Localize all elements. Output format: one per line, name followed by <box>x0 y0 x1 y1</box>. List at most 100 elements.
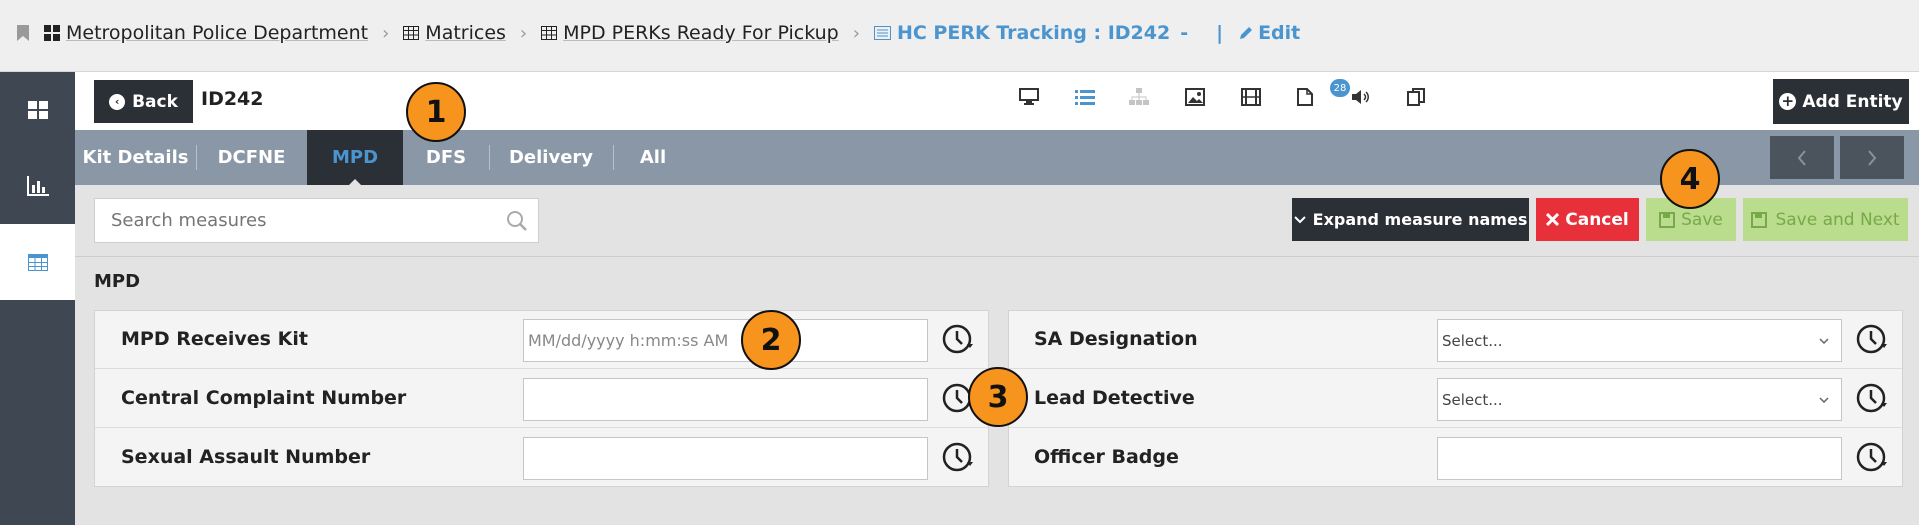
select-value: Select... <box>1442 331 1503 350</box>
chevron-down-icon <box>1293 215 1306 223</box>
list-count-badge: 28 <box>1330 79 1350 97</box>
tab-label: All <box>639 147 667 168</box>
officer-badge-input[interactable] <box>1437 437 1842 480</box>
edit-separator: | <box>1216 22 1224 44</box>
annotation-marker-1: 1 <box>406 82 466 142</box>
plus-icon: + <box>1779 93 1797 110</box>
chevron-right-icon <box>1868 149 1877 166</box>
back-button[interactable]: ‹ Back <box>94 80 193 123</box>
expand-label: Expand measure names <box>1312 210 1528 229</box>
field-label: Central Complaint Number <box>121 387 407 409</box>
field-label: Officer Badge <box>1034 446 1179 468</box>
annotation-marker-2: 2 <box>741 310 801 370</box>
dashboard-icon <box>27 101 48 119</box>
next-button[interactable] <box>1840 136 1904 179</box>
hierarchy-icon <box>1129 88 1149 105</box>
expand-measure-names-button[interactable]: Expand measure names <box>1292 198 1529 241</box>
copy-icon[interactable] <box>1407 88 1427 106</box>
save-icon <box>1659 211 1676 228</box>
entity-header: ‹ Back ID242 28 + Add Entity <box>75 72 1919 130</box>
select-value: Select... <box>1442 390 1503 409</box>
nav-dashboard[interactable] <box>0 72 75 148</box>
tab-label: Delivery <box>508 147 594 168</box>
chevron-right-icon: › <box>382 22 390 44</box>
section-divider <box>75 256 1919 257</box>
tab-kit-details[interactable]: Kit Details <box>75 130 196 185</box>
tab-delivery[interactable]: Delivery <box>489 130 613 185</box>
lead-detective-select[interactable]: Select... <box>1437 378 1842 421</box>
bar-chart-icon <box>26 176 49 196</box>
save-label: Save <box>1681 209 1723 230</box>
field-row-sa-designation: SA Designation Select... <box>1009 311 1902 369</box>
history-icon[interactable] <box>1854 381 1888 415</box>
breadcrumb-item-label: MPD PERKs Ready For Pickup <box>563 22 839 44</box>
tab-label: MPD <box>331 147 379 168</box>
tab-mpd[interactable]: MPD <box>307 130 403 186</box>
edit-link[interactable]: | Edit <box>1216 22 1300 44</box>
breadcrumb-current: HC PERK Tracking : ID242 - <box>873 22 1189 44</box>
breadcrumb: Metropolitan Police Department › Matrice… <box>16 22 1300 44</box>
tab-all[interactable]: All <box>613 130 693 185</box>
breadcrumb-bar: Metropolitan Police Department › Matrice… <box>0 0 1919 72</box>
image-icon[interactable] <box>1185 88 1205 106</box>
annotation-marker-3: 3 <box>968 367 1028 427</box>
table-icon <box>27 253 48 271</box>
bookmark-icon[interactable] <box>16 24 30 42</box>
film-icon[interactable] <box>1241 88 1261 106</box>
chevron-right-icon: › <box>519 22 528 44</box>
tab-label: DFS <box>425 147 467 168</box>
save-and-next-label: Save and Next <box>1775 209 1900 230</box>
field-row-sexual-assault-number: Sexual Assault Number <box>95 429 988 487</box>
field-row-central-complaint-number: Central Complaint Number <box>95 370 988 428</box>
list-icon[interactable] <box>1075 88 1095 106</box>
previous-button[interactable] <box>1770 136 1834 179</box>
breadcrumb-item-department[interactable]: Metropolitan Police Department <box>44 22 368 44</box>
field-label: MPD Receives Kit <box>121 328 308 350</box>
document-icon[interactable] <box>1297 88 1313 106</box>
breadcrumb-item-perks-ready[interactable]: MPD PERKs Ready For Pickup <box>541 22 839 44</box>
save-and-next-button[interactable]: Save and Next <box>1743 198 1908 241</box>
pencil-icon <box>1240 27 1253 39</box>
sexual-assault-number-input[interactable] <box>523 437 928 480</box>
section-title: MPD <box>94 271 141 292</box>
breadcrumb-current-label: HC PERK Tracking : ID242 <box>896 22 1171 44</box>
speaker-icon[interactable] <box>1351 88 1371 106</box>
search-input[interactable] <box>95 199 485 242</box>
dashboard-icon <box>44 25 60 41</box>
right-field-panel: SA Designation Select... Lead Detective … <box>1008 310 1903 487</box>
sa-designation-select[interactable]: Select... <box>1437 319 1842 362</box>
mpd-receives-kit-input[interactable]: MM/dd/yyyy h:mm:ss AM <box>523 319 928 362</box>
breadcrumb-item-label: Metropolitan Police Department <box>66 22 369 44</box>
add-entity-button[interactable]: + Add Entity <box>1773 79 1909 124</box>
table-icon <box>541 26 558 40</box>
history-icon[interactable] <box>1854 440 1888 474</box>
list-table-icon <box>873 26 891 40</box>
annotation-marker-4: 4 <box>1660 149 1720 209</box>
chevron-right-icon: › <box>852 22 860 44</box>
cancel-label: Cancel <box>1565 209 1629 230</box>
search-box <box>94 198 539 243</box>
chevron-down-icon <box>1819 396 1829 403</box>
field-row-officer-badge: Officer Badge <box>1009 429 1902 487</box>
search-icon[interactable] <box>506 210 528 232</box>
breadcrumb-current-suffix: - <box>1180 22 1189 44</box>
history-icon[interactable] <box>940 440 974 474</box>
cancel-button[interactable]: Cancel <box>1536 198 1639 241</box>
breadcrumb-item-matrices[interactable]: Matrices <box>403 22 506 44</box>
tab-dcfne[interactable]: DCFNE <box>196 130 307 185</box>
tab-label: DCFNE <box>217 147 286 168</box>
field-label: Sexual Assault Number <box>121 446 371 468</box>
tab-label: Kit Details <box>82 147 189 168</box>
central-complaint-number-input[interactable] <box>523 378 928 421</box>
chevron-down-icon <box>1819 337 1829 344</box>
entity-id: ID242 <box>201 88 264 110</box>
left-field-panel: MPD Receives Kit MM/dd/yyyy h:mm:ss AM C… <box>94 310 989 487</box>
history-icon[interactable] <box>1854 322 1888 356</box>
history-icon[interactable] <box>940 322 974 356</box>
field-label: SA Designation <box>1034 328 1198 350</box>
monitor-icon[interactable] <box>1019 88 1039 106</box>
nav-matrices[interactable] <box>0 224 75 300</box>
nav-reports[interactable] <box>0 148 75 224</box>
breadcrumb-item-label: Matrices <box>425 22 506 44</box>
close-icon <box>1546 213 1560 226</box>
